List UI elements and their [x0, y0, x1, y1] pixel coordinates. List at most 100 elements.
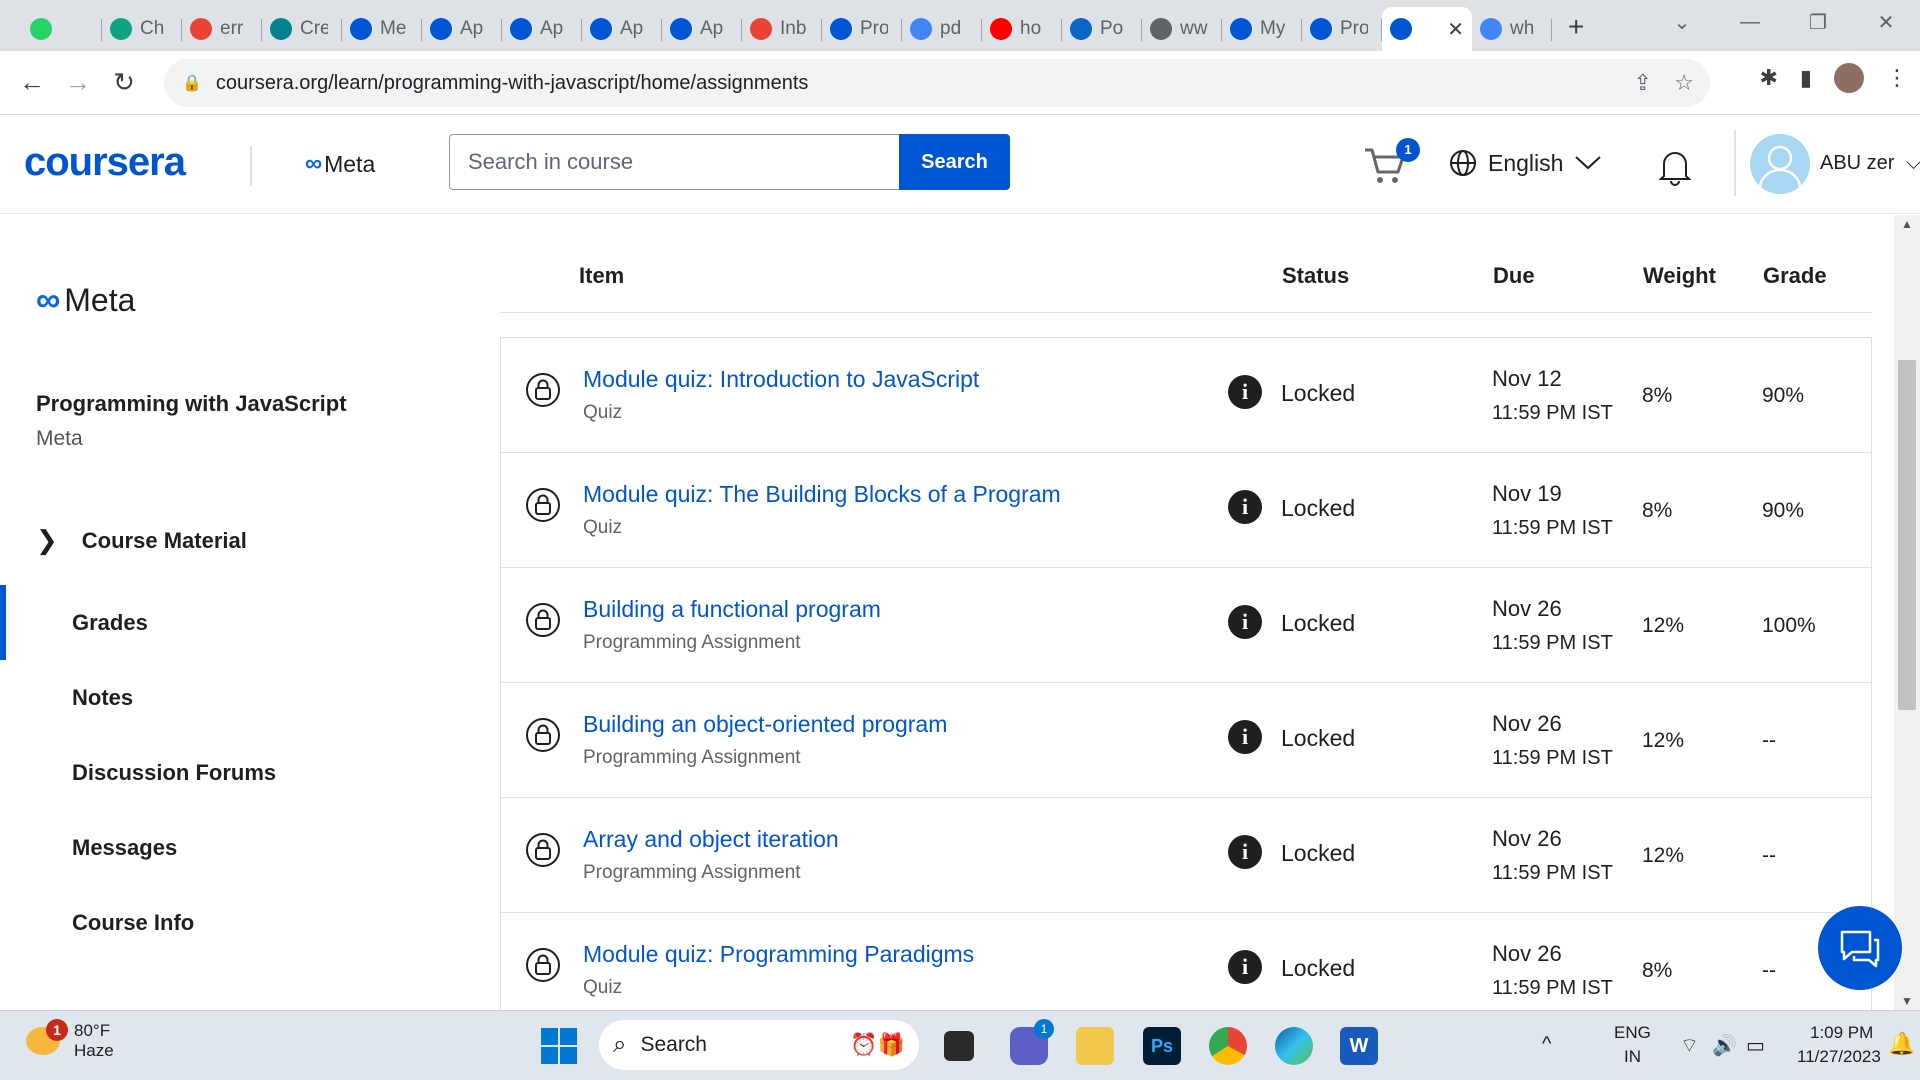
browser-tab[interactable]: err [182, 7, 262, 51]
browser-tab[interactable] [22, 7, 102, 51]
item-link[interactable]: Array and object iteration [583, 826, 839, 853]
item-status: Locked [1281, 725, 1356, 751]
info-icon[interactable]: i [1228, 490, 1262, 524]
sidebar-item-discussion-forums[interactable]: Discussion Forums [72, 760, 276, 786]
file-explorer-icon[interactable] [1076, 1027, 1114, 1065]
browser-tab[interactable]: Pro [1302, 7, 1382, 51]
clock-date[interactable]: 11/27/2023 [1797, 1047, 1881, 1067]
volume-icon[interactable]: 🔊 [1712, 1033, 1737, 1058]
item-link[interactable]: Building a functional program [583, 596, 881, 623]
browser-tab[interactable]: ✕ [1382, 7, 1472, 51]
partner-logo[interactable]: ∞ Meta [305, 150, 375, 178]
teams-chat-icon[interactable]: 1 [1010, 1019, 1054, 1065]
side-panel-icon[interactable]: ▮ [1800, 65, 1812, 91]
course-org: Meta [36, 427, 83, 450]
info-icon[interactable]: i [1228, 375, 1262, 409]
word-icon[interactable]: W [1340, 1027, 1378, 1065]
profile-avatar[interactable] [1834, 63, 1864, 93]
close-window-button[interactable]: ✕ [1852, 10, 1920, 35]
due-date: Nov 12 [1492, 366, 1562, 391]
extensions-icon[interactable]: ✱ [1759, 65, 1777, 91]
battery-icon[interactable]: ▭ [1746, 1033, 1765, 1058]
item-link[interactable]: Module quiz: Introduction to JavaScript [583, 366, 979, 393]
browser-tab[interactable]: My [1222, 7, 1302, 51]
share-icon[interactable]: ⇪ [1634, 70, 1652, 96]
bookmark-star-icon[interactable]: ☆ [1674, 70, 1694, 96]
tab-search-icon[interactable]: ⌄ [1648, 10, 1716, 35]
address-bar[interactable]: 🔒 coursera.org/learn/programming-with-ja… [164, 59, 1710, 107]
photoshop-icon[interactable]: Ps [1143, 1027, 1181, 1065]
item-link[interactable]: Module quiz: Programming Paradigms [583, 941, 974, 968]
info-icon[interactable]: i [1228, 720, 1262, 754]
browser-tab[interactable]: Cre [262, 7, 342, 51]
sidebar-item-course-info[interactable]: Course Info [72, 910, 194, 936]
url-text[interactable]: coursera.org/learn/programming-with-java… [216, 72, 808, 95]
taskbar-search[interactable]: ⌕ Search ⏰🎁 [599, 1020, 919, 1070]
language-selector[interactable]: English [1448, 148, 1603, 178]
scrollbar-thumb[interactable] [1898, 360, 1916, 710]
weather-desc: Haze [74, 1041, 114, 1060]
page-scrollbar[interactable]: ▲ ▼ [1894, 215, 1920, 1010]
wifi-icon[interactable]: ⌔ [1680, 1033, 1699, 1058]
cart-count-badge: 1 [1396, 138, 1420, 162]
chat-assistant-button[interactable] [1818, 906, 1902, 990]
notifications-bell-icon[interactable] [1656, 146, 1694, 186]
course-title[interactable]: Programming with JavaScript [36, 391, 347, 417]
grades-table-header: Item Status Due Weight Grade [500, 215, 1872, 313]
back-button[interactable]: ← [10, 61, 54, 105]
browser-tab[interactable]: ho [982, 7, 1062, 51]
chrome-icon[interactable] [1209, 1027, 1247, 1065]
browser-tab[interactable]: Me [342, 7, 422, 51]
lock-icon [526, 373, 560, 407]
search-input[interactable] [449, 134, 899, 190]
browser-tab[interactable]: Po [1062, 7, 1142, 51]
sidebar-item-grades[interactable]: Grades [72, 610, 148, 636]
coursera-logo[interactable]: coursera [24, 140, 186, 185]
browser-tab[interactable]: Inb [742, 7, 822, 51]
browser-tab[interactable]: pd [902, 7, 982, 51]
tab-title: Pro [860, 18, 888, 39]
tab-title: Me [380, 18, 407, 39]
browser-tab[interactable]: Ap [582, 7, 662, 51]
restore-button[interactable]: ❐ [1784, 10, 1852, 35]
lang-code[interactable]: ENG [1614, 1023, 1651, 1043]
lock-icon[interactable]: 🔒 [182, 73, 202, 93]
item-link[interactable]: Module quiz: The Building Blocks of a Pr… [583, 481, 1061, 508]
minimize-button[interactable]: — [1716, 11, 1784, 34]
google-icon [1480, 18, 1502, 40]
sidebar-item-notes[interactable]: Notes [72, 685, 133, 711]
user-menu[interactable]: ABU zer ⌵ [1820, 152, 1920, 175]
scroll-down-arrow[interactable]: ▼ [1901, 994, 1913, 1008]
tray-overflow-chevron-icon[interactable]: ^ [1542, 1033, 1551, 1056]
notification-bell-icon[interactable]: 🔔 [1888, 1031, 1915, 1057]
browser-tab[interactable]: wh [1472, 7, 1552, 51]
menu-kebab-icon[interactable]: ⋮ [1886, 65, 1908, 91]
new-tab-button[interactable]: + [1568, 11, 1598, 43]
scroll-up-arrow[interactable]: ▲ [1901, 217, 1913, 231]
edge-icon[interactable] [1275, 1027, 1313, 1065]
search-button[interactable]: Search [899, 134, 1010, 190]
lang-region[interactable]: IN [1624, 1047, 1641, 1067]
forward-button[interactable]: → [56, 61, 100, 105]
browser-tab[interactable]: Ch [102, 7, 182, 51]
tab-list: Ch err Cre Me Ap Ap Ap Ap Inb Pro pd ho Po ww My Pro ✕ wh [0, 7, 1552, 51]
browser-tab[interactable]: Pro [822, 7, 902, 51]
weather-widget[interactable]: 1 80°F Haze [26, 1019, 114, 1061]
browser-tab[interactable]: Ap [662, 7, 742, 51]
item-link[interactable]: Building an object-oriented program [583, 711, 947, 738]
windows-start-icon[interactable] [540, 1027, 578, 1065]
grades-table-body: Module quiz: Introduction to JavaScript Q… [500, 337, 1872, 1010]
reload-button[interactable]: ↻ [102, 61, 146, 105]
info-icon[interactable]: i [1228, 950, 1262, 984]
tab-close-icon[interactable]: ✕ [1447, 17, 1464, 42]
course-material-toggle[interactable]: ❯ Course Material [36, 525, 247, 556]
browser-tab[interactable]: Ap [422, 7, 502, 51]
info-icon[interactable]: i [1228, 835, 1262, 869]
sidebar-item-messages[interactable]: Messages [72, 835, 177, 861]
info-icon[interactable]: i [1228, 605, 1262, 639]
browser-tab[interactable]: Ap [502, 7, 582, 51]
user-avatar[interactable] [1750, 134, 1810, 194]
clock-time[interactable]: 1:09 PM [1810, 1023, 1873, 1043]
browser-tab[interactable]: ww [1142, 7, 1222, 51]
task-view-icon[interactable] [944, 1031, 974, 1061]
